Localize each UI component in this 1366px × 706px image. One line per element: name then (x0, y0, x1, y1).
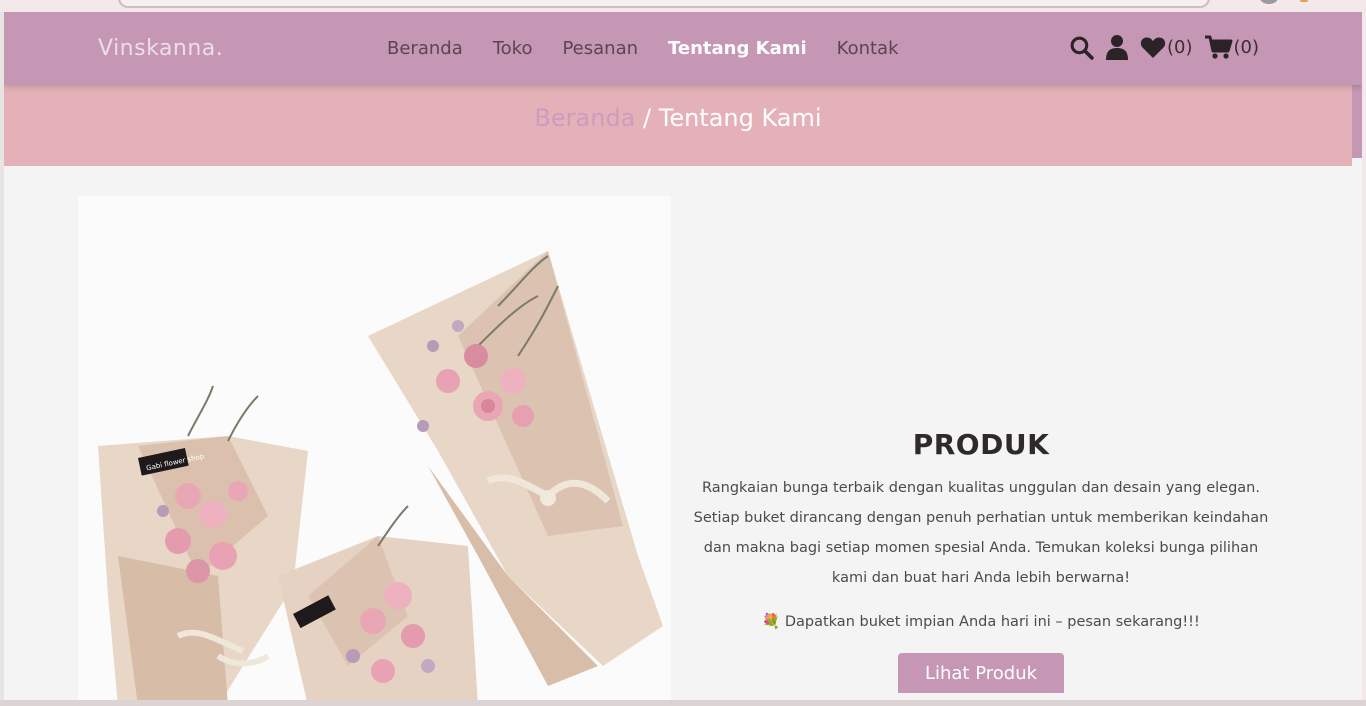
breadcrumb-current: Tentang Kami (658, 104, 822, 132)
cart-icon (1204, 35, 1233, 60)
breadcrumb-separator: / (635, 104, 659, 132)
main-menu: Beranda Toko Pesanan Tentang Kami Kontak (387, 38, 899, 59)
wishlist-count: (0) (1167, 36, 1193, 58)
page-right-edge (1362, 12, 1366, 706)
user-icon[interactable] (1105, 34, 1129, 60)
menu-item-kontak[interactable]: Kontak (837, 38, 899, 59)
promo-message: Dapatkan buket impian Anda hari ini – pe… (780, 614, 1200, 630)
browser-address-bar[interactable] (118, 0, 1210, 8)
promo-text: 💐 Dapatkan buket impian Anda hari ini – … (686, 613, 1276, 630)
cart-count: (0) (1233, 36, 1260, 58)
breadcrumb-home-link[interactable]: Beranda (534, 104, 635, 132)
section-description: Rangkaian bunga terbaik dengan kualitas … (693, 480, 1269, 586)
product-image: Gabi flower shop (78, 196, 671, 706)
menu-item-toko[interactable]: Toko (493, 38, 533, 59)
search-icon[interactable] (1069, 35, 1094, 60)
product-section: PRODUK Rangkaian bunga terbaik dengan ku… (686, 428, 1276, 693)
browser-extension-icon[interactable] (1300, 0, 1308, 2)
band-edge (1352, 85, 1362, 158)
menu-item-pesanan[interactable]: Pesanan (562, 38, 638, 59)
browser-chrome (0, 0, 1366, 12)
view-products-button[interactable]: Lihat Produk (898, 653, 1064, 693)
menu-item-beranda[interactable]: Beranda (387, 38, 463, 59)
section-title: PRODUK (912, 428, 1050, 461)
logo[interactable]: Vinskanna. (98, 36, 223, 61)
heart-icon (1140, 36, 1166, 59)
menu-item-tentang-kami[interactable]: Tentang Kami (668, 38, 807, 59)
browser-profile-icon[interactable] (1260, 0, 1278, 4)
bouquet-emoji-icon: 💐 (762, 614, 781, 630)
nav-icons: (0) (0) (1069, 34, 1259, 60)
breadcrumb: Beranda / Tentang Kami (4, 104, 1352, 132)
page-header-band: Beranda / Tentang Kami (4, 85, 1352, 166)
navbar: Vinskanna. Beranda Toko Pesanan Tentang … (4, 12, 1362, 85)
cart-button[interactable]: (0) (1204, 35, 1260, 60)
page: Vinskanna. Beranda Toko Pesanan Tentang … (4, 12, 1362, 706)
wishlist-button[interactable]: (0) (1140, 36, 1193, 59)
bottom-edge (0, 700, 1366, 706)
